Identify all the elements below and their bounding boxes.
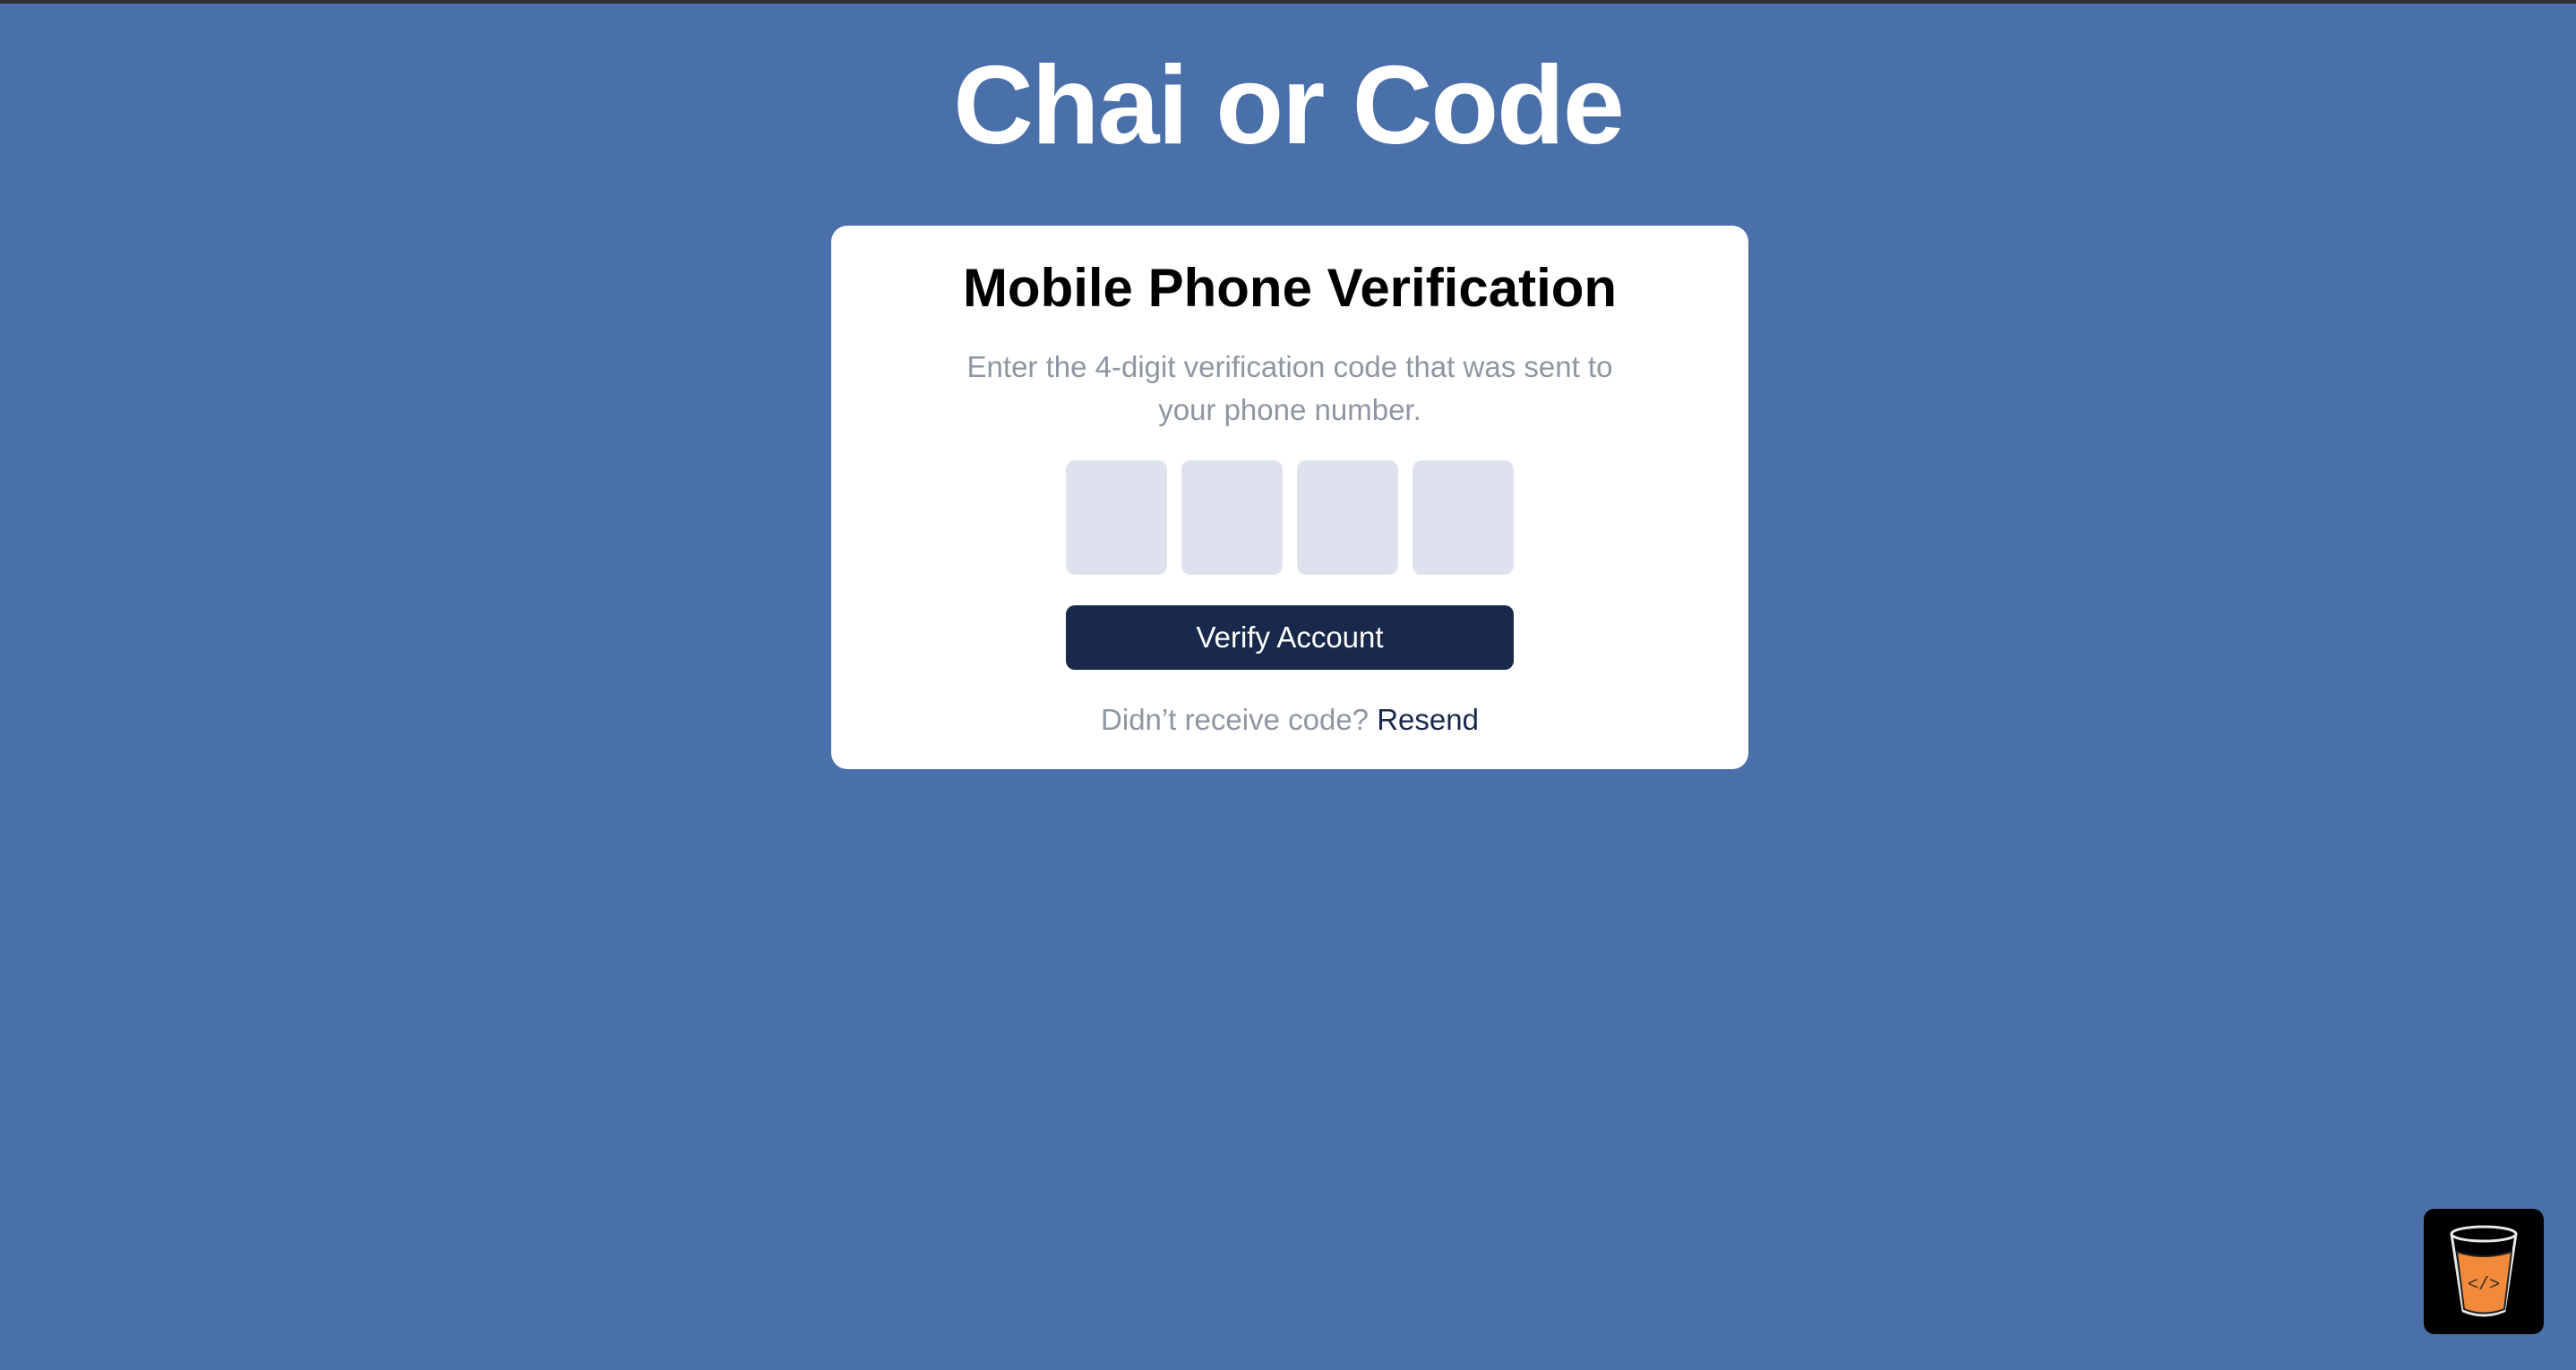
code-input-group xyxy=(1066,460,1514,577)
resend-row: Didn’t receive code? Resend xyxy=(831,698,1748,741)
code-digit-4-input[interactable] xyxy=(1413,460,1514,575)
chai-code-logo-badge[interactable]: </> xyxy=(2424,1209,2544,1334)
verification-card-content: Mobile Phone Verification Enter the 4-di… xyxy=(831,0,1748,1370)
resend-link[interactable]: Resend xyxy=(1377,703,1479,736)
code-digit-1-input[interactable] xyxy=(1066,460,1167,575)
code-digit-2-input[interactable] xyxy=(1181,460,1283,575)
code-glyph: </> xyxy=(2468,1275,2500,1296)
chai-cup-code-icon: </> xyxy=(2450,1225,2518,1317)
verify-account-button[interactable]: Verify Account xyxy=(1066,605,1514,670)
verification-title: Mobile Phone Verification xyxy=(962,258,1618,318)
verification-description: Enter the 4-digit verification code that… xyxy=(966,350,1613,426)
code-digit-3-input[interactable] xyxy=(1297,460,1398,575)
resend-prompt: Didn’t receive code? xyxy=(1101,703,1370,736)
